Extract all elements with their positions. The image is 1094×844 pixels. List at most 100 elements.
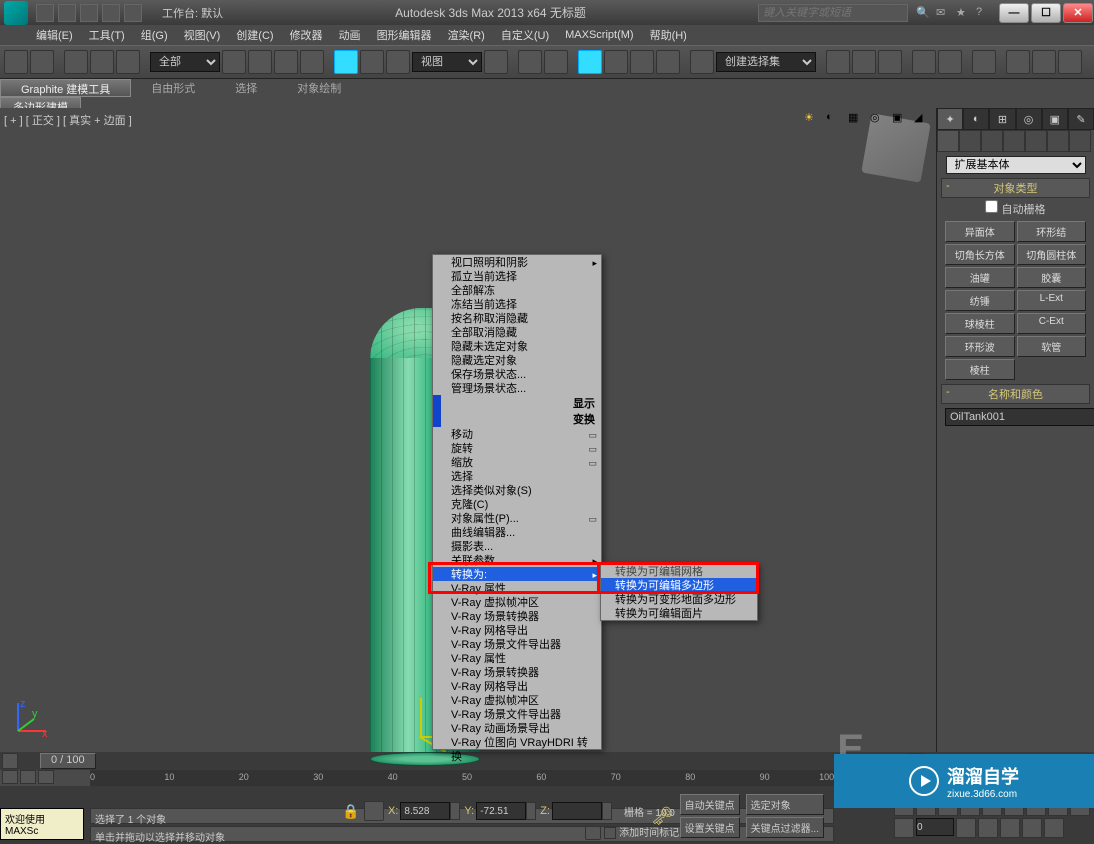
- keyfilter-button[interactable]: 关键点过滤器...: [746, 817, 824, 838]
- menu-help[interactable]: 帮助(H): [644, 25, 693, 45]
- vp-safeframe-icon[interactable]: ◎: [870, 111, 888, 129]
- menu-edit[interactable]: 编辑(E): [30, 25, 79, 45]
- display-tab-icon[interactable]: ▣: [1042, 108, 1068, 130]
- snap-toggle-button[interactable]: [578, 50, 602, 74]
- mirror-button[interactable]: [826, 50, 850, 74]
- qat-save-icon[interactable]: [80, 4, 98, 22]
- ref-coord-dropdown[interactable]: 视图: [412, 52, 482, 72]
- systems-subtab-icon[interactable]: [1069, 130, 1091, 152]
- ctx-clone[interactable]: 克隆(C): [433, 497, 601, 511]
- btn-ringwave[interactable]: 环形波: [945, 336, 1015, 357]
- vp-edged-icon[interactable]: ◢: [914, 111, 932, 129]
- z-coord-input[interactable]: [552, 802, 602, 820]
- vp-grid-icon[interactable]: ▦: [848, 111, 866, 129]
- x-coord-input[interactable]: [400, 802, 450, 820]
- key-lock-icon[interactable]: 🗝: [652, 805, 674, 827]
- selection-tab[interactable]: 选择: [215, 80, 277, 96]
- workspace-selector[interactable]: 工作台: 默认: [162, 5, 223, 21]
- select-by-name-button[interactable]: [248, 50, 272, 74]
- manipulate-button[interactable]: [518, 50, 542, 74]
- utilities-tab-icon[interactable]: ✎: [1068, 108, 1094, 130]
- name-color-rollup[interactable]: -名称和颜色: [941, 384, 1090, 404]
- vp-shade-icon[interactable]: ◐: [826, 111, 844, 129]
- vp-shading-icon[interactable]: ▣: [892, 111, 910, 129]
- ctx-unfreeze-all[interactable]: 全部解冻: [433, 283, 601, 297]
- qat-undo-icon[interactable]: [102, 4, 120, 22]
- select-move-button[interactable]: [334, 50, 358, 74]
- btn-chamferbox[interactable]: 切角长方体: [945, 244, 1015, 265]
- select-scale-button[interactable]: [386, 50, 410, 74]
- btn-oiltank[interactable]: 油罐: [945, 267, 1015, 288]
- lights-subtab-icon[interactable]: [981, 130, 1003, 152]
- ctx-vray-5[interactable]: V-Ray 属性: [433, 651, 601, 665]
- time-tag-icon[interactable]: [585, 826, 601, 840]
- window-close-button[interactable]: ✕: [1063, 3, 1093, 23]
- hierarchy-tab-icon[interactable]: ⊞: [989, 108, 1015, 130]
- ctx-unhide-all[interactable]: 全部取消隐藏: [433, 325, 601, 339]
- ctx-manage-state[interactable]: 管理场景状态...: [433, 381, 601, 395]
- frame-input[interactable]: [916, 818, 954, 836]
- nav-orbit-button[interactable]: [1022, 818, 1042, 838]
- y-coord-input[interactable]: [476, 802, 526, 820]
- btn-capsule[interactable]: 胶囊: [1017, 267, 1087, 288]
- select-region-button[interactable]: [274, 50, 298, 74]
- edit-selection-sets-button[interactable]: [690, 50, 714, 74]
- btn-chamfercyl[interactable]: 切角圆柱体: [1017, 244, 1087, 265]
- menu-tools[interactable]: 工具(T): [83, 25, 131, 45]
- geom-category-dropdown[interactable]: 扩展基本体: [946, 156, 1086, 174]
- keyboard-shortcut-button[interactable]: [544, 50, 568, 74]
- cameras-subtab-icon[interactable]: [1003, 130, 1025, 152]
- app-icon[interactable]: [4, 1, 28, 25]
- menu-rendering[interactable]: 渲染(R): [442, 25, 491, 45]
- angle-snap-button[interactable]: [604, 50, 628, 74]
- ctx-vray-2[interactable]: V-Ray 场景转换器: [433, 609, 601, 623]
- ctx-viewport-lighting[interactable]: 视口照明和阴影: [433, 255, 601, 269]
- ctx-obj-props[interactable]: 对象属性(P)...: [433, 511, 601, 525]
- sub-deformable-gpoly[interactable]: 转换为可变形地面多边形: [601, 592, 757, 606]
- ctx-vray-3[interactable]: V-Ray 网格导出: [433, 623, 601, 637]
- ctx-move[interactable]: 移动: [433, 427, 601, 441]
- key-mode-button[interactable]: [894, 818, 914, 838]
- link-button[interactable]: [64, 50, 88, 74]
- btn-prism[interactable]: 棱柱: [945, 359, 1015, 380]
- ctx-freeze-sel[interactable]: 冻结当前选择: [433, 297, 601, 311]
- timeslider-prev-button[interactable]: [2, 753, 18, 769]
- comm-center-icon[interactable]: ✉: [936, 6, 950, 20]
- btn-hedra[interactable]: 异面体: [945, 221, 1015, 242]
- qat-redo-icon[interactable]: [124, 4, 142, 22]
- menu-modifiers[interactable]: 修改器: [284, 25, 329, 45]
- timeline-ruler[interactable]: 0 10 20 30 40 50 60 70 80 90 100: [90, 770, 834, 786]
- helpers-subtab-icon[interactable]: [1025, 130, 1047, 152]
- menu-create[interactable]: 创建(C): [230, 25, 279, 45]
- spinner-snap-button[interactable]: [656, 50, 680, 74]
- pivot-center-button[interactable]: [484, 50, 508, 74]
- nav-maximize-button[interactable]: [1044, 818, 1064, 838]
- ctx-unhide-by-name[interactable]: 按名称取消隐藏: [433, 311, 601, 325]
- trackbar-filter-icon[interactable]: [38, 770, 54, 784]
- btn-torus-knot[interactable]: 环形结: [1017, 221, 1087, 242]
- material-editor-button[interactable]: [972, 50, 996, 74]
- graphite-tools-tab[interactable]: Graphite 建模工具: [0, 79, 131, 97]
- ctx-select[interactable]: 选择: [433, 469, 601, 483]
- time-tag-check[interactable]: [604, 827, 616, 839]
- unlink-button[interactable]: [90, 50, 114, 74]
- bind-spacewarp-button[interactable]: [116, 50, 140, 74]
- menu-views[interactable]: 视图(V): [178, 25, 227, 45]
- object-paint-tab[interactable]: 对象绘制: [277, 80, 361, 96]
- rendered-frame-button[interactable]: [1032, 50, 1056, 74]
- ctx-save-state[interactable]: 保存场景状态...: [433, 367, 601, 381]
- object-name-input[interactable]: [945, 408, 1094, 426]
- ctx-vray-1[interactable]: V-Ray 虚拟帧冲区: [433, 595, 601, 609]
- nav-pan-button[interactable]: [978, 818, 998, 838]
- motion-tab-icon[interactable]: ◎: [1016, 108, 1042, 130]
- abs-rel-toggle[interactable]: [364, 801, 384, 821]
- select-object-button[interactable]: [222, 50, 246, 74]
- ctx-rotate[interactable]: 旋转: [433, 441, 601, 455]
- nav-walk-button[interactable]: [1000, 818, 1020, 838]
- ctx-vray-10[interactable]: V-Ray 动画场景导出: [433, 721, 601, 735]
- vp-light-icon[interactable]: ☀: [804, 111, 822, 129]
- qat-new-icon[interactable]: [36, 4, 54, 22]
- ctx-vray-7[interactable]: V-Ray 网格导出: [433, 679, 601, 693]
- modify-tab-icon[interactable]: ◐: [963, 108, 989, 130]
- window-maximize-button[interactable]: ☐: [1031, 3, 1061, 23]
